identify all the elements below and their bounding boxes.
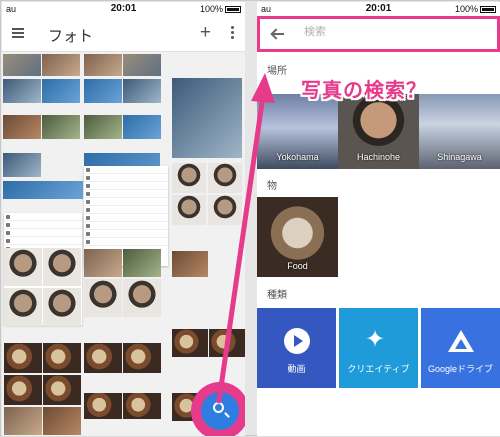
photos-search-screen: au 20:01 100% 場所 Yokohama Hachinohe Shin… xyxy=(257,2,500,436)
photo-thumbnail[interactable] xyxy=(123,249,161,277)
photo-thumbnail[interactable] xyxy=(123,54,161,76)
app-bar: フォト + xyxy=(2,16,245,52)
photo-thumbnail[interactable] xyxy=(123,279,161,317)
list-item[interactable] xyxy=(84,238,168,246)
photo-grid xyxy=(2,53,245,436)
photo-thumbnail[interactable] xyxy=(3,181,83,199)
list-item[interactable] xyxy=(4,229,82,237)
photo-thumbnail[interactable] xyxy=(4,375,42,405)
photo-thumbnail[interactable] xyxy=(3,153,41,177)
type-label: Googleドライブ xyxy=(427,364,494,374)
photo-thumbnail[interactable] xyxy=(84,54,122,76)
place-item[interactable]: Hachinohe xyxy=(338,94,419,169)
photo-thumbnail[interactable] xyxy=(42,54,80,76)
place-label: Yokohama xyxy=(276,152,319,162)
photo-thumbnail[interactable] xyxy=(123,343,161,373)
photo-thumbnail[interactable] xyxy=(209,329,245,357)
photo-thumbnail[interactable] xyxy=(3,79,41,103)
photo-thumbnail[interactable] xyxy=(4,288,42,326)
list-item[interactable] xyxy=(84,198,168,206)
photo-thumbnail[interactable] xyxy=(43,407,81,435)
add-icon[interactable]: + xyxy=(200,23,211,42)
photo-thumbnail[interactable] xyxy=(3,115,41,139)
list-item[interactable] xyxy=(84,166,168,174)
search-bar xyxy=(257,16,500,52)
battery-indicator: 100% xyxy=(200,4,241,14)
list-item[interactable] xyxy=(84,206,168,214)
thing-item[interactable]: Food xyxy=(257,197,338,277)
search-button[interactable] xyxy=(201,392,239,430)
photo-thumbnail[interactable] xyxy=(172,78,242,158)
photo-thumbnail[interactable] xyxy=(84,79,122,103)
photo-thumbnail[interactable] xyxy=(84,279,122,317)
battery-percent: 100% xyxy=(199,4,223,14)
photo-thumbnail[interactable] xyxy=(4,343,42,373)
status-bar: au 20:01 100% xyxy=(257,2,500,16)
photo-thumbnail[interactable] xyxy=(172,251,208,277)
battery-percent: 100% xyxy=(454,4,478,14)
photo-thumbnail[interactable] xyxy=(172,195,206,225)
place-label: Shinagawa xyxy=(437,152,482,162)
photo-thumbnail[interactable] xyxy=(123,79,161,103)
search-input[interactable] xyxy=(304,26,454,38)
photo-thumbnail[interactable] xyxy=(43,343,81,373)
page-title: フォト xyxy=(48,28,94,45)
list-item[interactable] xyxy=(84,174,168,182)
battery-icon xyxy=(480,6,496,14)
photo-thumbnail[interactable] xyxy=(4,248,42,286)
thing-label: Food xyxy=(287,261,308,271)
photo-thumbnail[interactable] xyxy=(42,79,80,103)
photo-thumbnail[interactable] xyxy=(43,288,81,326)
back-arrow-icon[interactable] xyxy=(270,27,284,41)
photo-thumbnail[interactable] xyxy=(172,163,206,193)
list-item[interactable] xyxy=(84,190,168,198)
photo-thumbnail[interactable] xyxy=(4,407,42,435)
photo-thumbnail[interactable] xyxy=(208,163,242,193)
photo-thumbnail[interactable] xyxy=(172,329,208,357)
photo-thumbnail[interactable] xyxy=(43,248,81,286)
battery-icon xyxy=(225,6,241,14)
place-label: Hachinohe xyxy=(356,152,401,162)
list-item[interactable] xyxy=(84,182,168,190)
type-label: クリエイティブ xyxy=(347,364,410,374)
photo-thumbnail[interactable] xyxy=(123,393,161,419)
photo-thumbnail[interactable] xyxy=(84,115,122,139)
photo-thumbnail[interactable] xyxy=(84,393,122,419)
type-label: 動画 xyxy=(287,364,306,374)
photo-thumbnail[interactable] xyxy=(42,115,80,139)
search-icon xyxy=(213,402,224,413)
status-bar: au 20:01 100% xyxy=(2,2,245,16)
photo-thumbnail[interactable] xyxy=(84,343,122,373)
photo-thumbnail[interactable] xyxy=(208,195,242,225)
section-label-things: 物 xyxy=(267,181,277,192)
more-options-icon[interactable] xyxy=(231,26,235,41)
place-item[interactable]: Yokohama xyxy=(257,94,338,169)
photo-thumbnail[interactable] xyxy=(3,54,41,76)
list-item[interactable] xyxy=(84,230,168,238)
photo-thumbnail[interactable] xyxy=(123,115,161,139)
menu-icon[interactable] xyxy=(12,28,24,38)
screenshot-frame: au 20:01 100% フォト + au 20:01 100% 検索 場所 … xyxy=(0,0,500,436)
place-item[interactable]: Shinagawa xyxy=(419,94,500,169)
list-item[interactable] xyxy=(84,214,168,222)
section-label-places: 場所 xyxy=(267,66,287,77)
type-tile-google-drive[interactable]: Googleドライブ xyxy=(421,308,500,388)
search-fab-highlight xyxy=(192,383,245,436)
type-tile-video[interactable]: 動画 xyxy=(257,308,336,388)
battery-indicator: 100% xyxy=(455,4,496,14)
list-item[interactable] xyxy=(4,237,82,245)
list-item[interactable] xyxy=(84,222,168,230)
section-label-types: 種類 xyxy=(267,290,287,301)
photo-thumbnail[interactable] xyxy=(84,249,122,277)
photos-home-screen: au 20:01 100% フォト + xyxy=(2,2,245,436)
type-tile-creative[interactable]: ✦ クリエイティブ xyxy=(339,308,418,388)
list-item[interactable] xyxy=(4,221,82,229)
annotation-text: 写真の検索？ xyxy=(301,80,427,102)
google-drive-icon xyxy=(448,330,474,352)
list-item[interactable] xyxy=(4,213,82,221)
photo-thumbnail[interactable] xyxy=(43,375,81,405)
sparkle-icon: ✦ xyxy=(365,326,386,353)
play-icon xyxy=(284,328,310,354)
